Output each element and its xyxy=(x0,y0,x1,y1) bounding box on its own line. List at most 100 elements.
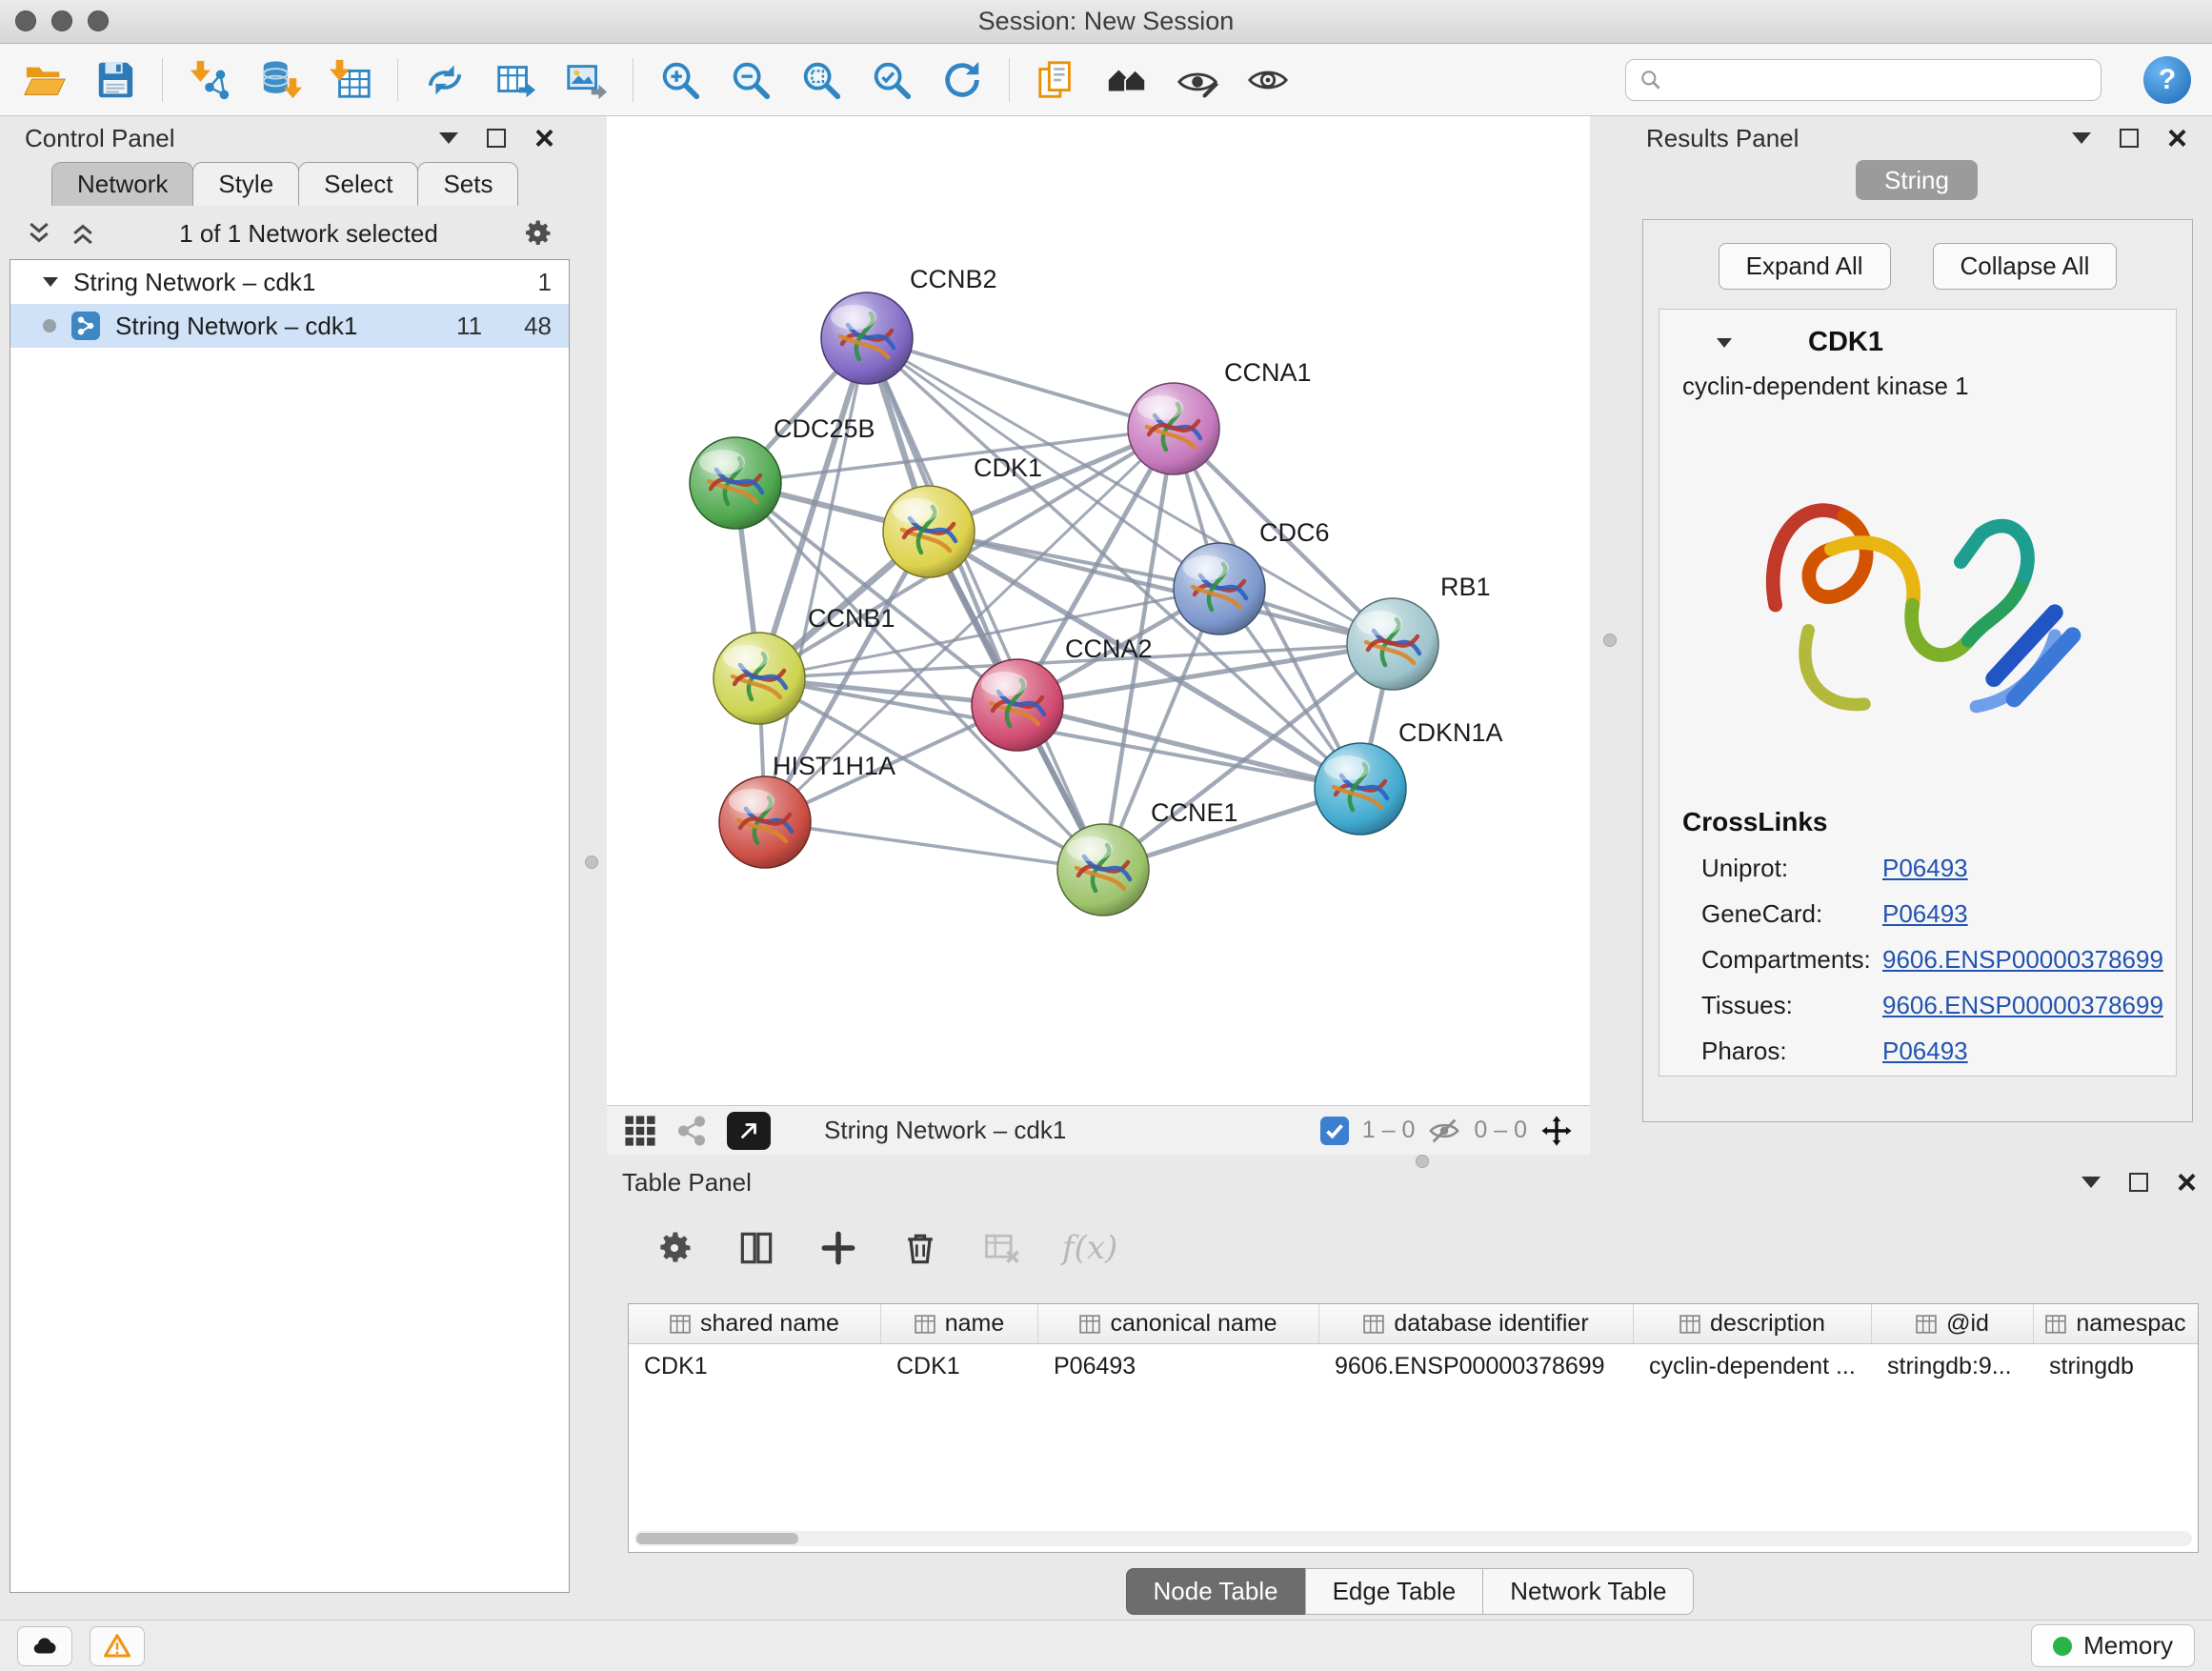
network-node-CDC6[interactable] xyxy=(1174,543,1265,634)
vertical-splitter-handle[interactable] xyxy=(1603,634,1617,647)
import-network-from-file-button[interactable] xyxy=(186,56,233,104)
tab-select[interactable]: Select xyxy=(298,162,418,206)
tab-style[interactable]: Style xyxy=(192,162,299,206)
panel-menu-icon[interactable] xyxy=(439,132,458,144)
zoom-fit-content-button[interactable] xyxy=(797,56,845,104)
panel-menu-icon[interactable] xyxy=(2072,132,2091,144)
network-node-CCNA2[interactable] xyxy=(972,659,1063,751)
tab-network-table[interactable]: Network Table xyxy=(1482,1568,1694,1615)
minimize-window-button[interactable] xyxy=(51,10,72,31)
network-node-CDKN1A[interactable] xyxy=(1315,743,1406,835)
network-node-CCNB1[interactable] xyxy=(714,633,805,724)
close-window-button[interactable] xyxy=(15,10,36,31)
column-header-name[interactable]: name xyxy=(881,1304,1038,1343)
crosslink-pharos[interactable]: P06493 xyxy=(1882,1037,2176,1066)
edge-CCNB2-CCNA1[interactable] xyxy=(867,338,1174,429)
network-collection-row[interactable]: String Network – cdk1 1 xyxy=(10,260,569,304)
grid-view-icon[interactable] xyxy=(624,1115,656,1147)
collection-expander-icon[interactable] xyxy=(43,277,58,287)
graphics-details-button[interactable] xyxy=(1244,56,1292,104)
home-view-button[interactable] xyxy=(1103,56,1151,104)
cell-id[interactable]: stringdb:9... xyxy=(1872,1353,2034,1380)
crosslink-uniprot[interactable]: P06493 xyxy=(1882,854,2176,883)
column-header-canonical-name[interactable]: canonical name xyxy=(1038,1304,1319,1343)
panel-close-icon[interactable]: × xyxy=(534,121,554,155)
section-expander-icon[interactable] xyxy=(1717,338,1732,348)
expand-all-button[interactable]: Expand All xyxy=(1719,243,1891,290)
crosslink-compartments[interactable]: 9606.ENSP00000378699 xyxy=(1882,945,2176,975)
cell-description[interactable]: cyclin-dependent ... xyxy=(1634,1353,1872,1380)
network-options-gear-icon[interactable] xyxy=(520,216,554,251)
column-header-database-identifier[interactable]: database identifier xyxy=(1319,1304,1634,1343)
panel-float-icon[interactable] xyxy=(2129,1173,2148,1192)
tab-string[interactable]: String xyxy=(1856,160,1978,200)
refresh-view-button[interactable] xyxy=(938,56,986,104)
export-table-button[interactable] xyxy=(492,56,539,104)
column-header-shared-name[interactable]: shared name xyxy=(629,1304,881,1343)
crosslink-genecard[interactable]: P06493 xyxy=(1882,899,2176,929)
zoom-in-button[interactable] xyxy=(656,56,704,104)
panel-close-icon[interactable]: × xyxy=(2167,121,2187,155)
warnings-button[interactable] xyxy=(90,1626,145,1666)
scrollbar-thumb[interactable] xyxy=(636,1533,798,1544)
show-columns-icon[interactable] xyxy=(734,1226,778,1270)
network-node-CDK1[interactable] xyxy=(883,486,975,577)
hidden-eye-icon[interactable] xyxy=(1428,1115,1460,1147)
network-node-RB1[interactable] xyxy=(1347,598,1438,690)
table-row[interactable]: CDK1 CDK1 P06493 9606.ENSP00000378699 cy… xyxy=(629,1344,2198,1388)
edge-CCNB2-CCNE1[interactable] xyxy=(867,338,1103,870)
network-node-CDC25B[interactable] xyxy=(690,437,781,529)
annotation-mode-button[interactable] xyxy=(1174,56,1221,104)
import-table-from-file-button[interactable] xyxy=(327,56,374,104)
vertical-splitter-handle[interactable] xyxy=(585,856,598,869)
horizontal-scrollbar[interactable] xyxy=(634,1531,2192,1546)
zoom-out-button[interactable] xyxy=(727,56,774,104)
tab-edge-table[interactable]: Edge Table xyxy=(1305,1568,1484,1615)
delete-column-icon[interactable] xyxy=(898,1226,942,1270)
clone-network-button[interactable] xyxy=(1033,56,1080,104)
network-node-CCNE1[interactable] xyxy=(1057,824,1149,916)
tab-node-table[interactable]: Node Table xyxy=(1126,1568,1306,1615)
edge-CCNE1-HIST1H1A[interactable] xyxy=(765,822,1103,870)
network-row[interactable]: String Network – cdk1 1148 xyxy=(10,304,569,348)
cell-namespace[interactable]: stringdb xyxy=(2034,1353,2198,1380)
panel-close-icon[interactable]: × xyxy=(2177,1165,2197,1199)
open-in-new-window-button[interactable] xyxy=(727,1112,771,1150)
crosslink-tissues[interactable]: 9606.ENSP00000378699 xyxy=(1882,991,2176,1020)
help-button[interactable]: ? xyxy=(2143,56,2191,104)
network-node-HIST1H1A[interactable] xyxy=(719,776,811,868)
network-node-CCNA1[interactable] xyxy=(1128,383,1219,474)
panel-menu-icon[interactable] xyxy=(2081,1177,2101,1188)
zoom-window-button[interactable] xyxy=(88,10,109,31)
cell-canonical-name[interactable]: P06493 xyxy=(1038,1353,1319,1380)
table-settings-gear-icon[interactable] xyxy=(653,1226,696,1270)
cloud-button[interactable] xyxy=(17,1626,72,1666)
selected-checkbox-icon[interactable] xyxy=(1320,1117,1349,1145)
collapse-all-networks-icon[interactable] xyxy=(25,219,53,248)
import-network-from-database-button[interactable] xyxy=(256,56,304,104)
collapse-all-button[interactable]: Collapse All xyxy=(1933,243,2118,290)
network-canvas[interactable]: CCNB2CCNA1CDC25BCDK1CDC6RB1CCNB1CCNA2CDK… xyxy=(607,116,1590,1105)
edge-CCNB2-HIST1H1A[interactable] xyxy=(765,338,867,822)
add-column-icon[interactable] xyxy=(816,1226,860,1270)
cell-shared-name[interactable]: CDK1 xyxy=(629,1353,881,1380)
open-session-button[interactable] xyxy=(21,56,69,104)
export-image-button[interactable] xyxy=(562,56,610,104)
search-input[interactable] xyxy=(1625,59,2101,101)
tab-network[interactable]: Network xyxy=(51,162,193,206)
cell-database-identifier[interactable]: 9606.ENSP00000378699 xyxy=(1319,1353,1634,1380)
network-node-CCNB2[interactable] xyxy=(821,292,913,384)
panel-float-icon[interactable] xyxy=(487,129,506,148)
export-network-button[interactable] xyxy=(421,56,469,104)
save-session-button[interactable] xyxy=(91,56,139,104)
gene-section-header[interactable]: CDK1 xyxy=(1659,317,2176,368)
expand-all-networks-icon[interactable] xyxy=(69,219,97,248)
column-header-description[interactable]: description xyxy=(1634,1304,1872,1343)
panel-float-icon[interactable] xyxy=(2120,129,2139,148)
share-network-icon[interactable] xyxy=(675,1115,708,1147)
column-header-namespace[interactable]: namespac xyxy=(2034,1304,2198,1343)
memory-button[interactable]: Memory xyxy=(2031,1624,2195,1667)
tab-sets[interactable]: Sets xyxy=(417,162,518,206)
cell-name[interactable]: CDK1 xyxy=(881,1353,1038,1380)
pan-move-icon[interactable] xyxy=(1540,1115,1573,1147)
